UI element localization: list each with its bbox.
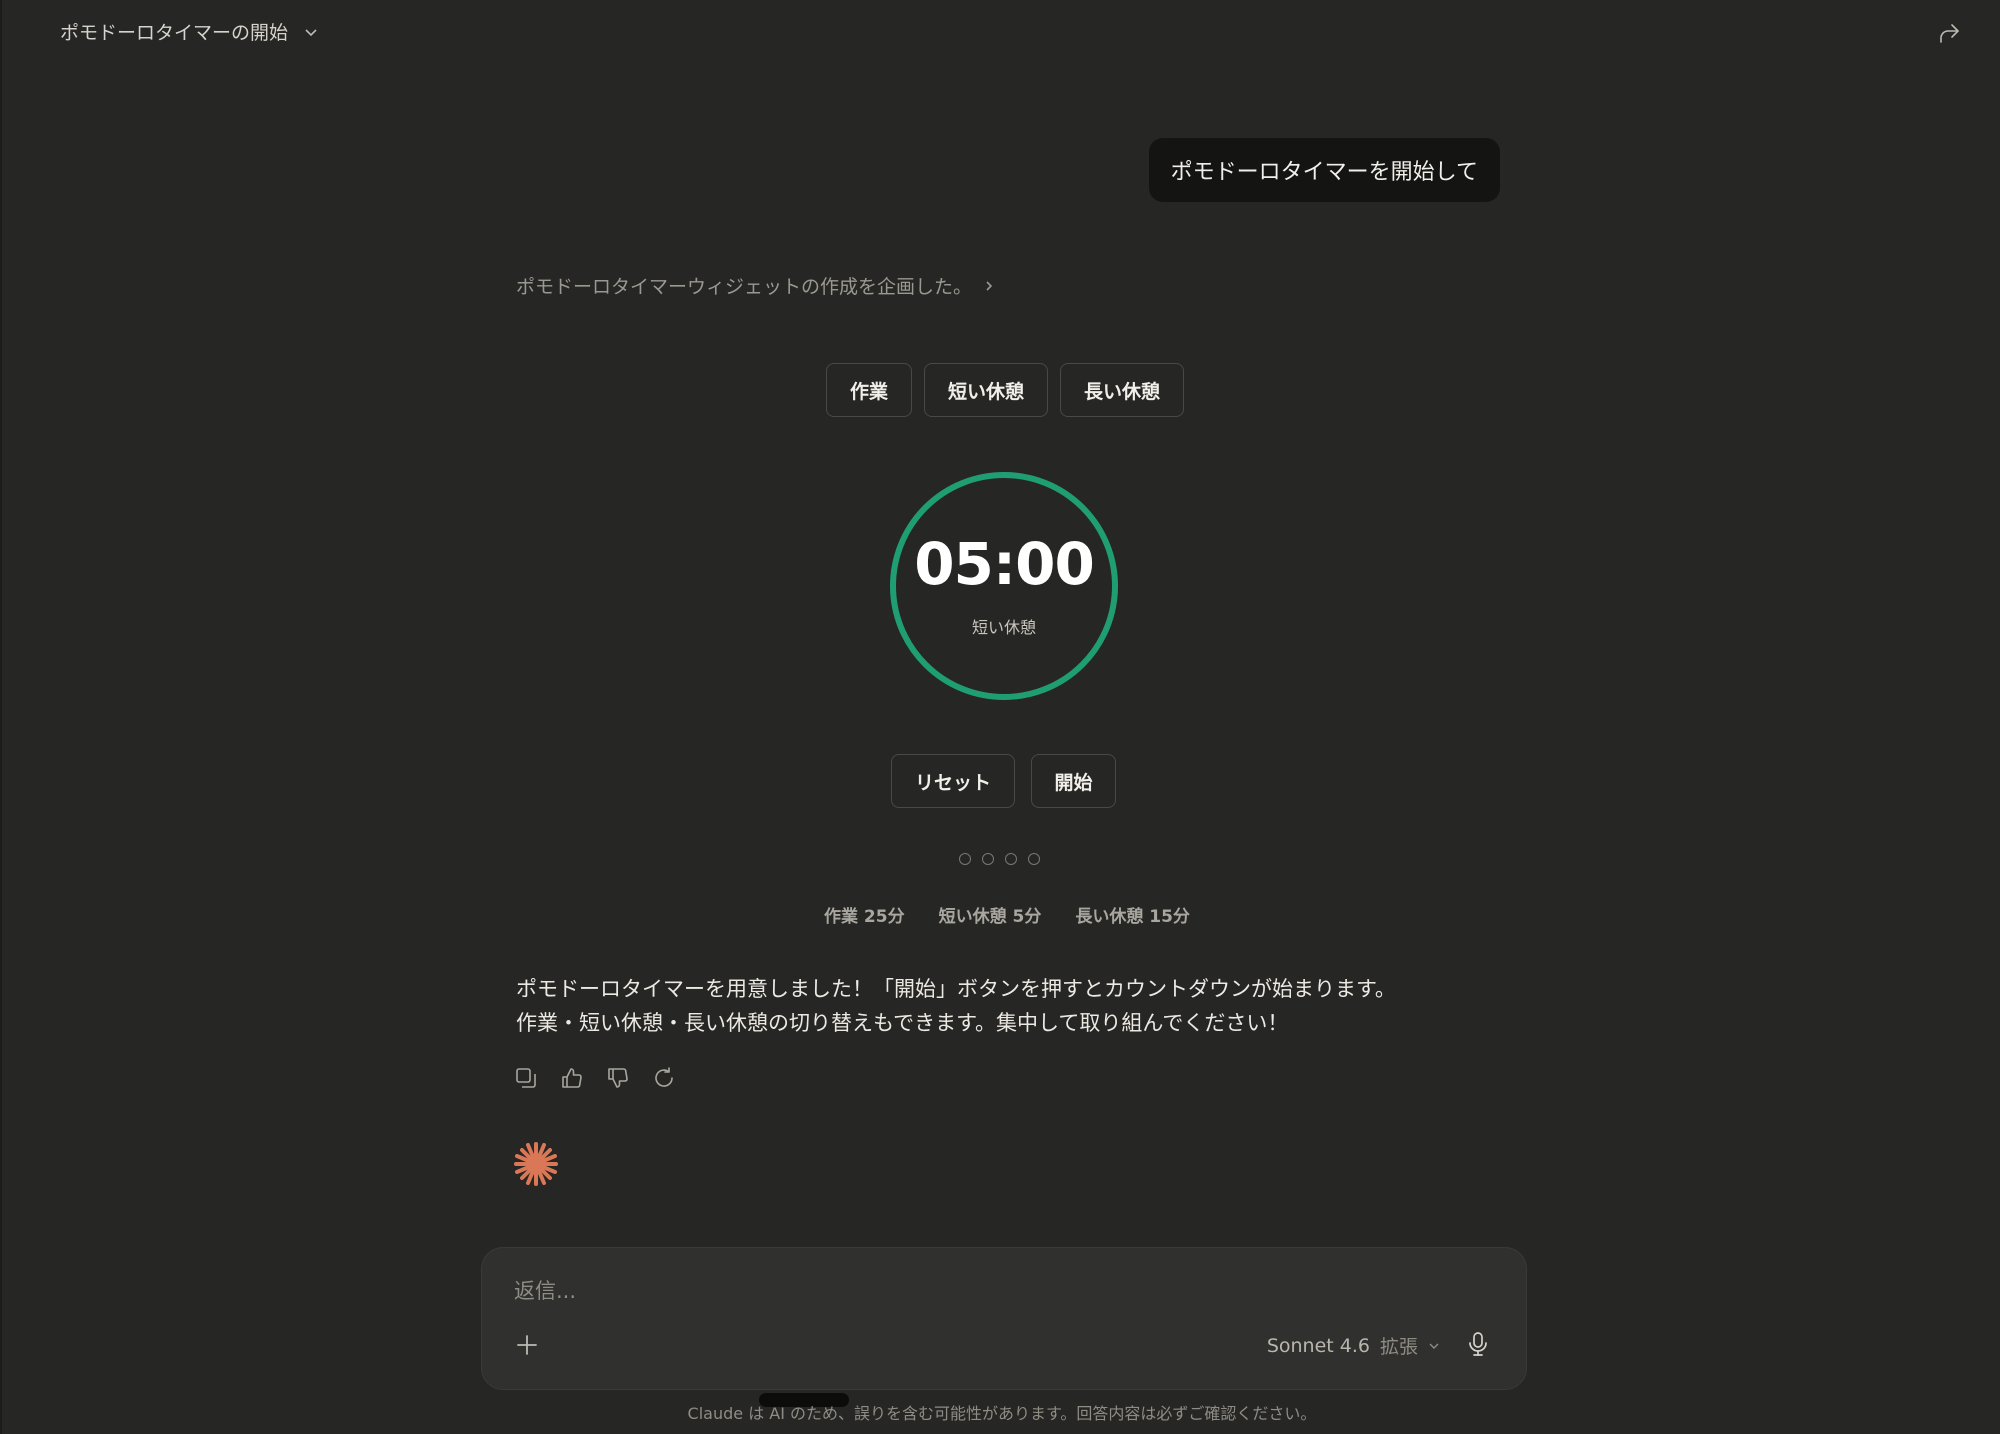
thinking-summary-toggle[interactable]: ポモドーロタイマーウィジェットの作成を企画した。 xyxy=(516,272,996,299)
app-window: ポモドーロタイマーの開始 ポモドーロタイマーを開始して ポモドーロタイマーウィジ… xyxy=(0,0,2000,1434)
reset-button[interactable]: リセット xyxy=(891,754,1015,808)
reply-input[interactable] xyxy=(512,1270,1416,1312)
chevron-right-icon xyxy=(986,280,993,291)
start-button[interactable]: 開始 xyxy=(1031,754,1116,808)
thumbs-up-icon[interactable] xyxy=(560,1066,584,1090)
share-icon[interactable] xyxy=(1936,20,1962,46)
message-actions xyxy=(514,1066,676,1090)
session-dots xyxy=(959,853,1040,865)
copy-icon[interactable] xyxy=(514,1066,538,1090)
duration-short-break: 短い休憩 5分 xyxy=(938,907,1042,927)
conversation-title-menu[interactable]: ポモドーロタイマーの開始 xyxy=(60,18,320,45)
user-message-bubble: ポモドーロタイマーを開始して xyxy=(1148,138,1500,202)
timer-controls: リセット 開始 xyxy=(891,754,1116,808)
chevron-down-icon xyxy=(1429,1343,1439,1349)
timer-ring: 05:00 短い休憩 xyxy=(888,470,1120,702)
session-dot xyxy=(959,853,971,865)
tab-short-break[interactable]: 短い休憩 xyxy=(924,363,1048,417)
conversation-title: ポモドーロタイマーの開始 xyxy=(60,22,289,44)
model-selector[interactable]: Sonnet 4.6 拡張 xyxy=(1267,1332,1440,1359)
session-dot xyxy=(982,853,994,865)
tab-long-break[interactable]: 長い休憩 xyxy=(1060,363,1184,417)
assistant-response: ポモドーロタイマーを用意しました！「開始」ボタンを押すとカウントダウンが始まりま… xyxy=(516,972,1396,1040)
timer-mode-label: 短い休憩 xyxy=(971,618,1036,637)
duration-work: 作業 25分 xyxy=(824,907,905,927)
timer-display: 05:00 xyxy=(914,530,1095,598)
mode-tabs: 作業 短い休憩 長い休憩 xyxy=(826,363,1184,417)
model-name: Sonnet 4.6 xyxy=(1266,1334,1370,1357)
disclaimer-text: Claude は AI のため、誤りを含む可能性があります。回答内容は必ずご確認… xyxy=(687,1404,1317,1423)
session-dot xyxy=(1028,853,1040,865)
model-mode: 拡張 xyxy=(1379,1336,1418,1358)
plus-icon[interactable] xyxy=(514,1332,540,1358)
chevron-down-icon xyxy=(305,28,317,36)
thumbs-down-icon[interactable] xyxy=(606,1066,630,1090)
retry-icon[interactable] xyxy=(652,1066,676,1090)
session-dot xyxy=(1005,853,1017,865)
user-message-text: ポモドーロタイマーを開始して xyxy=(1170,160,1478,185)
response-line: ポモドーロタイマーを用意しました！「開始」ボタンを押すとカウントダウンが始まりま… xyxy=(516,977,1396,1001)
reply-composer: Sonnet 4.6 拡張 xyxy=(481,1247,1527,1390)
duration-long-break: 長い休憩 15分 xyxy=(1075,907,1190,927)
thinking-summary-text: ポモドーロタイマーウィジェットの作成を企画した。 xyxy=(516,276,973,298)
tab-work[interactable]: 作業 xyxy=(826,363,912,417)
claude-spark-icon xyxy=(514,1142,558,1186)
microphone-icon[interactable] xyxy=(1464,1330,1492,1358)
response-line: 作業・短い休憩・長い休憩の切り替えもできます。集中して取り組んでください！ xyxy=(516,1011,1289,1035)
duration-legend: 作業 25分 短い休憩 5分 長い休憩 15分 xyxy=(824,902,1190,927)
